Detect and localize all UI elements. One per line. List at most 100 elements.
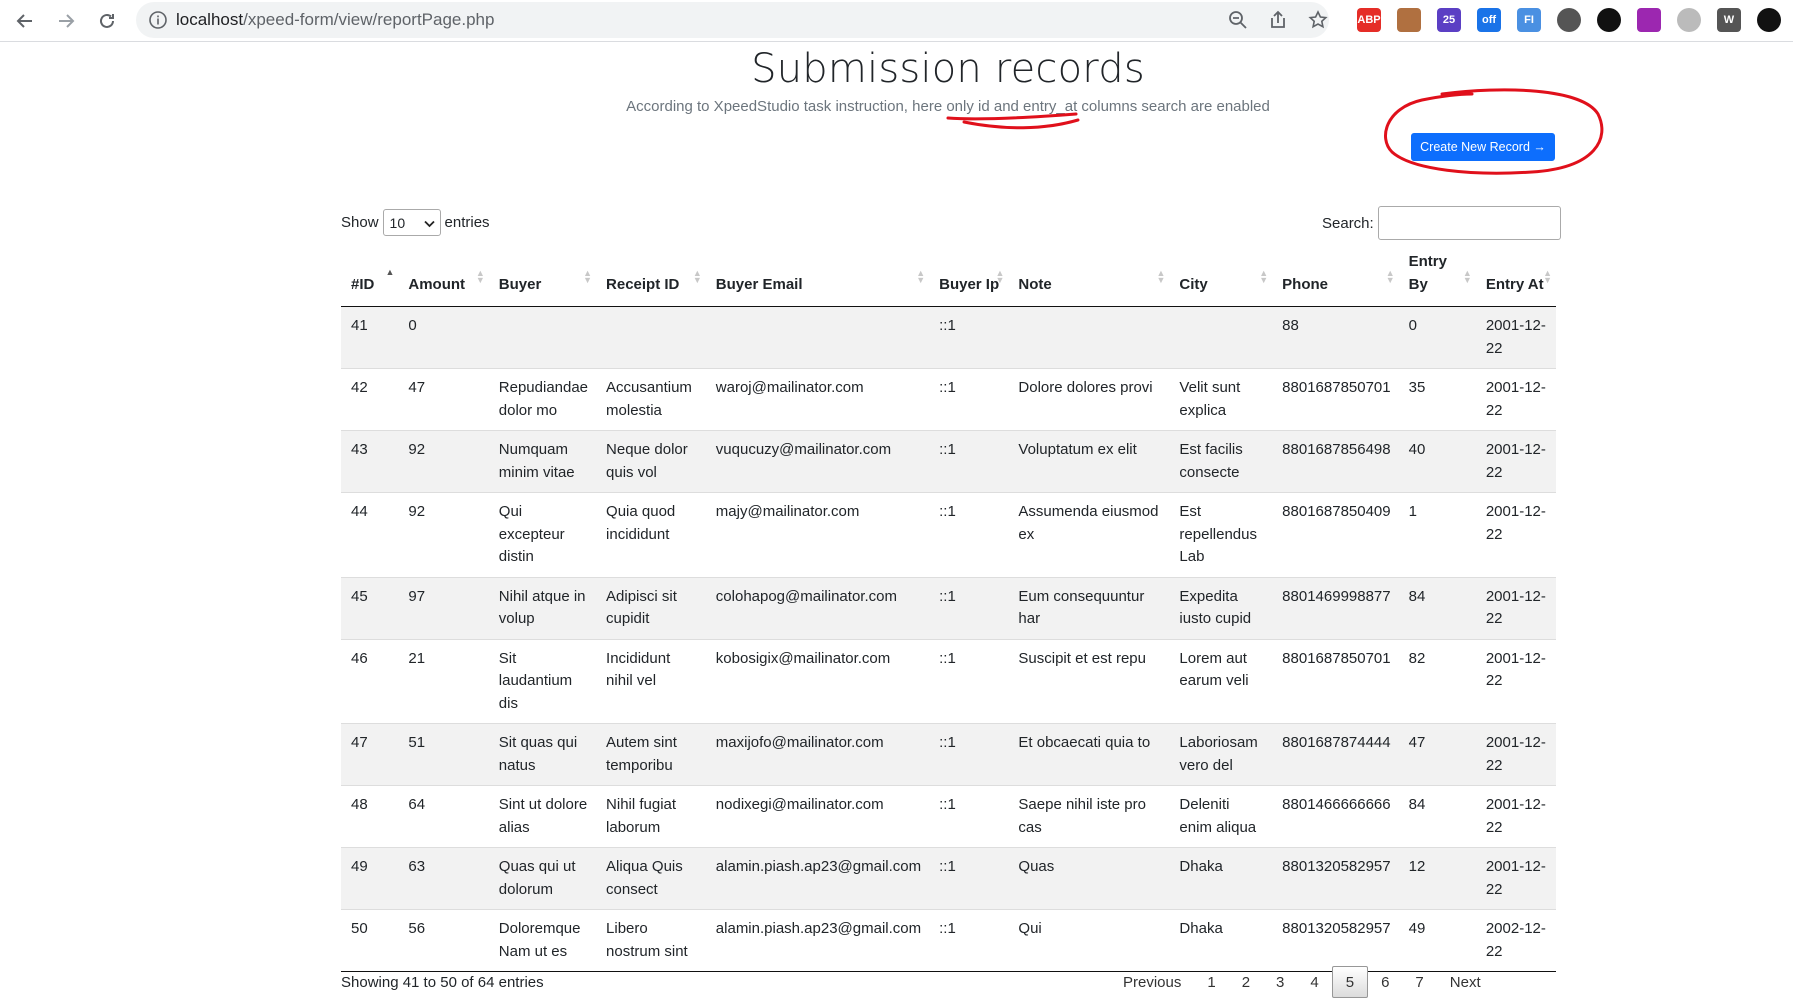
back-arrow-icon[interactable] (10, 6, 40, 36)
sort-both-icon: ▲ ▼ (1156, 268, 1166, 285)
table-cell: Sint ut dolore alias (488, 785, 597, 848)
extension-badge-label: ABP (1357, 14, 1381, 26)
table-cell: Eum consequuntur har (1008, 576, 1170, 639)
column-header[interactable]: Buyer ▲ ▼ (488, 246, 597, 307)
page-button[interactable]: 1 (1194, 966, 1228, 998)
table-search: Search: (1322, 206, 1561, 240)
table-cell: Doloremque Nam ut es (488, 909, 597, 972)
table-cell: Velit sunt explica (1169, 368, 1273, 431)
column-header[interactable]: City ▲ ▼ (1169, 246, 1273, 307)
table-cell: 8801320582957 (1272, 909, 1399, 972)
url-host: localhost (176, 10, 244, 29)
share-icon[interactable] (1268, 10, 1288, 30)
bookmark-star-icon[interactable] (1308, 10, 1328, 30)
table-cell: Deleniti enim aliqua (1169, 785, 1273, 848)
forward-arrow-icon[interactable] (51, 6, 81, 36)
column-header[interactable]: Buyer Email ▲ ▼ (705, 246, 930, 307)
table-row: 45 97 Nihil atque in volup Adipisci sit cup… (341, 576, 1556, 639)
extension-badge-label: FI (1524, 14, 1534, 26)
table-cell: 45 (341, 576, 399, 639)
table-row: 44 92 Qui excepteur distin Quia quod incidi… (341, 492, 1556, 577)
table-cell: Dhaka (1169, 909, 1273, 972)
table-row: 41 0::1 88 0 2001-12-22 (341, 306, 1556, 369)
table-cell: ::1 (929, 492, 1009, 577)
table-cell: 8801687856498 (1272, 430, 1399, 493)
page-length-value: 10 (389, 214, 406, 231)
sort-both-icon: ▲ ▼ (995, 268, 1005, 285)
stripe-icon[interactable] (1597, 8, 1621, 32)
table-cell: Dhaka (1169, 847, 1273, 910)
column-header[interactable]: Phone ▲ ▼ (1272, 246, 1399, 307)
red-circle-annotation (1384, 88, 1604, 175)
sort-both-icon: ▲ ▼ (692, 268, 702, 285)
page-length-select[interactable]: 10 (382, 209, 441, 236)
column-header-label: Buyer Email (715, 276, 803, 293)
table-cell: Quas (1008, 847, 1170, 910)
table-row: 43 92 Numquam minim vitae Neque dolor quis … (341, 430, 1556, 493)
page-button[interactable]: 7 (1402, 966, 1436, 998)
face-extension-icon[interactable] (1397, 8, 1421, 32)
sort-ascending-icon: ▲ (385, 267, 395, 277)
column-header[interactable]: Entry At ▲ ▼ (1475, 246, 1556, 307)
table-cell: 47 (1398, 723, 1476, 786)
fi-icon[interactable]: FI (1517, 8, 1541, 32)
table-cell: 82 (1398, 638, 1476, 724)
table-row: 50 56 Doloremque Nam ut es Libero nostrum s… (341, 909, 1556, 972)
table-cell: 88 (1272, 306, 1399, 369)
circle-icon[interactable] (1677, 8, 1701, 32)
table-cell: 2001-12-22 (1475, 576, 1556, 639)
column-header[interactable]: #ID ▲ (341, 246, 399, 307)
url-text: localhost/xpeed-form/view/reportPage.php (176, 10, 494, 30)
sort-both-icon: ▲ ▼ (1462, 268, 1472, 285)
page-button[interactable]: 5 (1331, 966, 1369, 998)
reload-icon[interactable] (92, 6, 122, 36)
column-header[interactable]: Amount ▲ ▼ (398, 246, 489, 307)
column-header[interactable]: Note ▲ ▼ (1008, 246, 1170, 307)
table-cell: 2002-12-22 (1475, 909, 1556, 972)
column-header-label: Phone (1282, 276, 1329, 293)
graduation-cap-icon[interactable]: 25 (1437, 8, 1461, 32)
abp-icon[interactable]: ABP (1357, 8, 1381, 32)
table-cell: 8801469998877 (1272, 576, 1399, 639)
sort-both-icon: ▲ ▼ (583, 268, 593, 285)
table-row: 49 63 Quas qui ut dolorum Aliqua Quis conse… (341, 847, 1556, 910)
v-icon[interactable] (1557, 8, 1581, 32)
table-row: 48 64 Sint ut dolore alias Nihil fugiat lab… (341, 785, 1556, 848)
table-cell: Autem sint temporibu (596, 723, 706, 786)
column-header[interactable]: Entry By ▲ ▼ (1398, 246, 1476, 307)
page-button[interactable]: 6 (1368, 966, 1402, 998)
page-button[interactable]: 4 (1297, 966, 1331, 998)
table-row: 46 21 Sit laudantium dis Incididunt nihil v… (341, 638, 1556, 724)
puzzle-icon[interactable] (1757, 8, 1781, 32)
table-cell: 8801320582957 (1272, 847, 1399, 910)
show-label: Show (341, 214, 379, 231)
previous-page-button[interactable]: Previous (1110, 966, 1194, 998)
column-header[interactable]: Buyer Ip ▲ ▼ (929, 246, 1009, 307)
table-cell: Nihil fugiat laborum (596, 785, 706, 848)
w-icon[interactable]: W (1717, 8, 1741, 32)
table-cell: Qui (1008, 909, 1170, 972)
table-cell: waroj@mailinator.com (705, 368, 930, 431)
table-cell: majy@mailinator.com (705, 492, 930, 577)
page-button[interactable]: 3 (1263, 966, 1297, 998)
wifi-off-icon[interactable]: off (1477, 8, 1501, 32)
table-cell: 8801687874444 (1272, 723, 1399, 786)
info-icon[interactable] (148, 10, 168, 30)
pen-icon[interactable] (1637, 8, 1661, 32)
table-cell: 44 (341, 492, 399, 577)
table-cell: 43 (341, 430, 399, 493)
next-page-button[interactable]: Next (1437, 966, 1494, 998)
create-new-record-button[interactable]: Create New Record → (1411, 133, 1555, 161)
table-cell: 50 (341, 909, 399, 972)
table-cell: ::1 (929, 576, 1009, 639)
search-input[interactable] (1377, 206, 1561, 240)
column-header[interactable]: Receipt ID ▲ ▼ (596, 246, 706, 307)
table-cell: 2001-12-22 (1475, 847, 1556, 910)
create-new-record-label: Create New Record → (1420, 140, 1546, 154)
table-cell: Lorem aut earum veli (1169, 638, 1273, 724)
table-cell: Quas qui ut dolorum (488, 847, 597, 910)
address-bar[interactable]: localhost/xpeed-form/view/reportPage.php (136, 2, 1329, 38)
page-button[interactable]: 2 (1229, 966, 1263, 998)
table-cell: Dolore dolores provi (1008, 368, 1170, 431)
zoom-icon[interactable] (1228, 10, 1248, 30)
